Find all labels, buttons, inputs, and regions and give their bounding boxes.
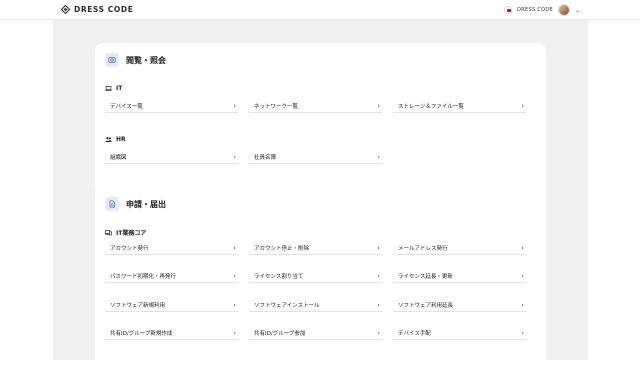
menu-item-network-list[interactable]: ネットワーク一覧 ›: [249, 100, 382, 113]
group-label-text: HR: [116, 136, 126, 143]
laptop-icon: [105, 86, 112, 91]
group-label-it-core: IT業務コア: [105, 228, 146, 237]
chevron-right-icon: ›: [377, 102, 380, 110]
top-bar: DRESS CODE DRESS CODE ⌄: [0, 0, 640, 20]
jp-flag-icon: [504, 6, 513, 14]
people-icon: [105, 137, 112, 142]
group-label-text: IT業務コア: [116, 230, 147, 237]
menu-item-account-suspend[interactable]: アカウント停止・削除 ›: [249, 242, 382, 255]
menu-item-label: 組織図: [110, 155, 127, 161]
chevron-right-icon: ›: [521, 301, 524, 309]
menu-item-label: 共有ID/グループ新規作成: [110, 331, 173, 337]
menu-item-label: パスワード初期化・再発行: [110, 274, 177, 280]
menu-item-shared-id-create[interactable]: 共有ID/グループ新規作成 ›: [105, 327, 238, 340]
menu-item-label: アカウント停止・削除: [254, 246, 310, 252]
chevron-right-icon: ›: [233, 272, 236, 280]
user-menu[interactable]: DRESS CODE ⌄: [504, 3, 580, 17]
menu-item-software-install[interactable]: ソフトウェアインストール ›: [249, 299, 382, 312]
menu-item-label: デバイス手配: [398, 331, 431, 337]
menu-item-password-reset[interactable]: パスワード初期化・再発行 ›: [105, 270, 238, 283]
devices-icon: [105, 230, 112, 236]
chevron-right-icon: ›: [521, 102, 524, 110]
menu-item-software-extend[interactable]: ソフトウェア利用延長 ›: [393, 299, 526, 312]
menu-item-label: ストレージ＆ファイル一覧: [398, 104, 464, 110]
menu-item-label: デバイス一覧: [110, 104, 143, 110]
menu-item-label: ネットワーク一覧: [254, 104, 299, 110]
chevron-right-icon: ›: [233, 102, 236, 110]
logo-mark-icon: [61, 5, 70, 14]
section-requests: 申請・届出 IT業務コア アカウント発行 › アカウント停止・削除 › メールア…: [95, 186, 546, 386]
section-title-text: 申請・届出: [126, 199, 166, 209]
menu-item-account-issue[interactable]: アカウント発行 ›: [105, 242, 238, 255]
menu-item-device-list[interactable]: デバイス一覧 ›: [105, 100, 238, 113]
logo[interactable]: DRESS CODE: [61, 5, 133, 14]
chevron-right-icon: ›: [521, 244, 524, 252]
avatar[interactable]: [557, 4, 570, 16]
menu-item-license-renew[interactable]: ライセンス延長・更新 ›: [393, 270, 526, 283]
menu-item-org-chart[interactable]: 組織図 ›: [105, 151, 238, 164]
menu-item-shared-id-join[interactable]: 共有ID/グループ参加 ›: [249, 327, 382, 340]
menu-item-device-arrange[interactable]: デバイス手配 ›: [393, 327, 526, 340]
menu-item-label: ライセンス割り当て: [254, 274, 304, 280]
group-label-hr: HR: [105, 136, 126, 143]
menu-item-employee-directory[interactable]: 社員名簿 ›: [249, 151, 382, 164]
main-content: 閲覧・照会 IT デバイス一覧 › ネットワーク一覧 › ストレージ＆ファイル一…: [53, 20, 588, 386]
menu-item-email-issue[interactable]: メールアドレス発行 ›: [393, 242, 526, 255]
menu-item-software-new[interactable]: ソフトウェア新規利用 ›: [105, 299, 238, 312]
chevron-right-icon: ›: [377, 272, 380, 280]
menu-item-label: ライセンス延長・更新: [398, 274, 453, 280]
view-icon: [105, 53, 119, 67]
menu-item-label: ソフトウェアインストール: [254, 303, 320, 309]
group-label-it: IT: [105, 85, 122, 92]
chevron-right-icon: ›: [377, 329, 380, 337]
menu-item-label: 社員名簿: [254, 155, 277, 161]
chevron-right-icon: ›: [521, 329, 524, 337]
user-name: DRESS CODE: [517, 7, 553, 13]
chevron-right-icon: ›: [377, 301, 380, 309]
menu-item-label: メールアドレス発行: [398, 246, 448, 252]
menu-item-label: ソフトウェア新規利用: [110, 303, 166, 309]
chevron-right-icon: ›: [377, 153, 380, 161]
menu-item-label: 共有ID/グループ参加: [254, 331, 306, 337]
menu-item-license-assign[interactable]: ライセンス割り当て ›: [249, 270, 382, 283]
chevron-right-icon: ›: [521, 272, 524, 280]
menu-item-label: アカウント発行: [110, 246, 149, 252]
logo-text: DRESS CODE: [74, 5, 134, 14]
section-title-text: 閲覧・照会: [126, 55, 166, 65]
chevron-down-icon[interactable]: ⌄: [575, 7, 580, 14]
document-icon: [105, 197, 119, 211]
group-label-text: IT: [116, 85, 123, 92]
chevron-right-icon: ›: [233, 153, 236, 161]
chevron-right-icon: ›: [233, 301, 236, 309]
menu-item-label: ソフトウェア利用延長: [398, 303, 454, 309]
chevron-right-icon: ›: [233, 329, 236, 337]
chevron-right-icon: ›: [233, 244, 236, 252]
chevron-right-icon: ›: [377, 244, 380, 252]
section-view: 閲覧・照会 IT デバイス一覧 › ネットワーク一覧 › ストレージ＆ファイル一…: [95, 43, 546, 196]
section-title: 申請・届出: [105, 197, 166, 211]
menu-item-storage-list[interactable]: ストレージ＆ファイル一覧 ›: [393, 100, 526, 113]
section-title: 閲覧・照会: [105, 53, 166, 67]
